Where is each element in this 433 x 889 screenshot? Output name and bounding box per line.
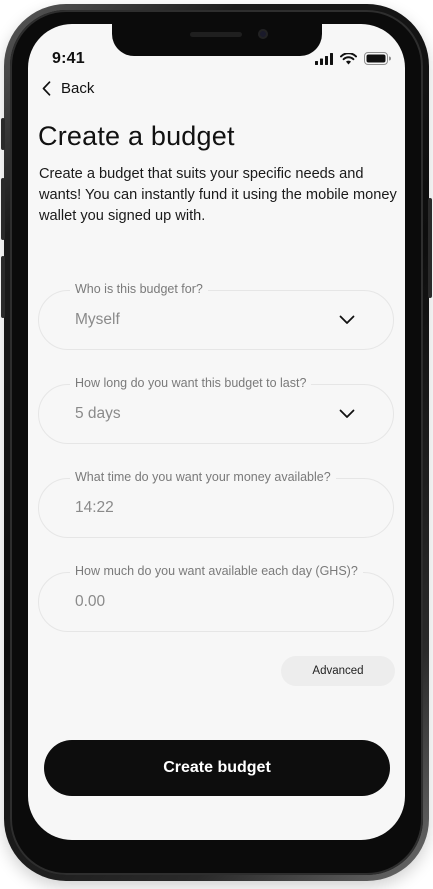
volume-down-button	[1, 256, 5, 318]
back-chevron-icon	[42, 81, 51, 96]
cellular-signal-icon	[315, 52, 333, 65]
daily-amount-field[interactable]: How much do you want available each day …	[38, 564, 394, 632]
daily-amount-label: How much do you want available each day …	[70, 564, 363, 578]
budget-recipient-value: Myself	[75, 311, 120, 328]
availability-time-label: What time do you want your money availab…	[70, 470, 336, 484]
back-label: Back	[61, 80, 95, 97]
mute-switch	[1, 118, 5, 150]
status-icons	[315, 52, 391, 65]
back-button[interactable]: Back	[42, 80, 94, 97]
budget-recipient-label: Who is this budget for?	[70, 282, 208, 296]
availability-time-value: 14:22	[75, 499, 114, 516]
volume-up-button	[1, 178, 5, 240]
chevron-down-icon	[339, 315, 355, 324]
page-description: Create a budget that suits your specific…	[39, 166, 397, 224]
notch	[112, 24, 322, 56]
availability-time-field[interactable]: What time do you want your money availab…	[38, 470, 394, 538]
front-camera	[258, 29, 268, 39]
budget-recipient-select[interactable]: Who is this budget for? Myself	[38, 282, 394, 350]
page-title: Create a budget	[38, 121, 235, 151]
wifi-icon	[340, 52, 357, 64]
budget-duration-label: How long do you want this budget to last…	[70, 376, 312, 390]
app-screen: 9:41 Back Create a budget Create a budge…	[28, 24, 405, 840]
budget-duration-value: 5 days	[75, 405, 121, 422]
earpiece-speaker	[190, 32, 242, 37]
status-time: 9:41	[52, 50, 85, 67]
chevron-down-icon	[339, 409, 355, 418]
advanced-button[interactable]: Advanced	[281, 656, 395, 686]
budget-duration-select[interactable]: How long do you want this budget to last…	[38, 376, 394, 444]
daily-amount-value: 0.00	[75, 593, 106, 610]
create-budget-button[interactable]: Create budget	[44, 740, 390, 796]
power-button	[428, 198, 432, 298]
battery-icon	[364, 52, 391, 65]
